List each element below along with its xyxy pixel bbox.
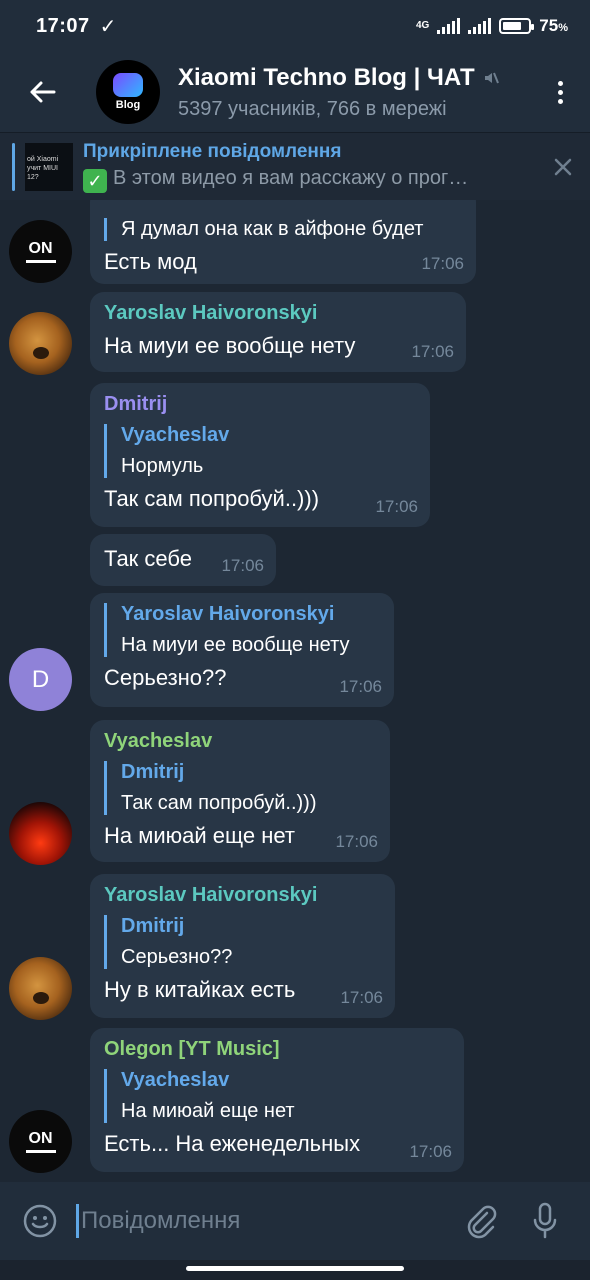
message-text: Есть мод xyxy=(104,249,197,274)
pinned-title: Прикріплене повідомлення xyxy=(83,140,342,162)
message-bubble[interactable]: Yaroslav Haivoronskyi На миуи ее вообще … xyxy=(90,292,466,372)
more-menu-icon[interactable] xyxy=(530,80,590,104)
message-bubble[interactable]: Vyacheslav Dmitrij Так сам попробуй..)))… xyxy=(90,720,390,862)
chat-info[interactable]: Xiaomi Techno Blog | ЧАТ 5397 учасників,… xyxy=(178,64,530,121)
message-time: 17:06 xyxy=(340,988,383,1007)
reply-text: Так сам попробуй..))) xyxy=(121,792,317,814)
status-time: 17:07 xyxy=(36,14,90,37)
sender-name[interactable]: Yaroslav Haivoronskyi xyxy=(104,884,381,907)
reply-name: Vyacheslav xyxy=(121,424,230,446)
message-text: На миуи ее вообще нету xyxy=(104,333,356,358)
battery-level: 75% xyxy=(539,16,568,35)
chat-avatar[interactable]: Blog xyxy=(96,60,160,124)
attach-button[interactable] xyxy=(456,1196,506,1246)
message-time: 17:06 xyxy=(221,556,264,575)
mi-logo-icon xyxy=(113,73,143,97)
pinned-indicator xyxy=(12,142,15,191)
message-time: 17:06 xyxy=(409,1142,452,1161)
emoji-icon xyxy=(23,1204,57,1238)
sender-name[interactable]: Olegon [YT Music] xyxy=(104,1038,450,1061)
close-icon xyxy=(554,158,572,175)
message-bubble[interactable]: Yaroslav Haivoronskyi На миуи ее вообще … xyxy=(90,593,394,707)
paperclip-icon xyxy=(467,1205,497,1239)
signal-icon-2 xyxy=(468,18,492,34)
chat-title: Xiaomi Techno Blog | ЧАТ xyxy=(178,63,475,91)
check-mark-icon: ✓ xyxy=(83,168,107,193)
message-time: 17:06 xyxy=(421,254,464,273)
message-composer xyxy=(0,1182,590,1260)
message-input[interactable] xyxy=(81,1201,456,1241)
avatar-label: Blog xyxy=(115,99,141,111)
message-bubble[interactable]: Я думал она как в айфоне будет Есть мод … xyxy=(90,200,476,284)
signal-icon xyxy=(437,18,461,34)
reply-quote[interactable]: Vyacheslav Нормуль xyxy=(104,424,416,478)
reply-name: Dmitrij xyxy=(121,761,185,783)
sender-name[interactable]: Vyacheslav xyxy=(104,730,376,753)
message-bubble[interactable]: Olegon [YT Music] Vyacheslav На миюай ещ… xyxy=(90,1028,464,1172)
download-done-icon: ✓ xyxy=(99,15,117,38)
message-time: 17:06 xyxy=(339,677,382,696)
emoji-button[interactable] xyxy=(20,1201,60,1241)
avatar[interactable]: ON xyxy=(9,220,72,283)
back-button[interactable] xyxy=(0,52,84,132)
reply-name: Yaroslav Haivoronskyi xyxy=(121,603,335,625)
reply-text: На миуи ее вообще нету xyxy=(121,634,350,656)
reply-name: Vyacheslav xyxy=(121,1069,230,1091)
reply-quote[interactable]: Vyacheslav На миюай еще нет xyxy=(104,1069,450,1123)
avatar[interactable] xyxy=(9,802,72,865)
message-bubble[interactable]: Dmitrij Vyacheslav Нормуль Так сам попро… xyxy=(90,383,430,527)
message-list[interactable]: Я думал она как в айфоне будет Есть мод … xyxy=(0,200,590,1182)
muted-icon xyxy=(484,72,499,83)
reply-text: Серьезно?? xyxy=(121,946,233,968)
reply-text: Нормуль xyxy=(121,455,204,477)
sender-name[interactable]: Yaroslav Haivoronskyi xyxy=(104,302,452,325)
reply-text: На миюай еще нет xyxy=(121,1100,295,1122)
chat-subtitle: 5397 учасників, 766 в мережі xyxy=(178,97,447,120)
reply-name: Dmitrij xyxy=(121,915,185,937)
message-text: Так сам попробуй..))) xyxy=(104,486,320,511)
status-bar: 17:07 ✓ 4G 75% xyxy=(0,0,590,52)
battery-icon xyxy=(499,18,535,34)
pinned-message[interactable]: ой Xiaomi учит MIUI 12? Прикріплене пові… xyxy=(0,132,590,200)
reply-quote[interactable]: Yaroslav Haivoronskyi На миуи ее вообще … xyxy=(104,603,380,657)
reply-text: Я думал она как в айфоне будет xyxy=(121,218,424,240)
chat-header: Blog Xiaomi Techno Blog | ЧАТ 5397 учасн… xyxy=(0,52,590,132)
sender-name[interactable]: Dmitrij xyxy=(104,393,416,416)
avatar[interactable]: D xyxy=(9,648,72,711)
message-time: 17:06 xyxy=(411,342,454,361)
message-text: Есть... На еженедельных xyxy=(104,1131,361,1156)
reply-quote[interactable]: Я думал она как в айфоне будет xyxy=(104,218,462,241)
pinned-thumbnail: ой Xiaomi учит MIUI 12? xyxy=(25,142,73,191)
back-arrow-icon xyxy=(30,81,56,103)
text-caret xyxy=(76,1204,79,1238)
reply-quote[interactable]: Dmitrij Так сам попробуй..))) xyxy=(104,761,376,815)
pinned-text: В этом видео я вам расскажу о прог… xyxy=(113,166,469,189)
message-time: 17:06 xyxy=(375,497,418,516)
close-pinned-button[interactable] xyxy=(536,158,590,176)
message-bubble[interactable]: Yaroslav Haivoronskyi Dmitrij Серьезно??… xyxy=(90,874,395,1018)
avatar[interactable] xyxy=(9,312,72,375)
network-type: 4G xyxy=(415,20,430,31)
system-nav-bar xyxy=(0,1260,590,1280)
message-bubble[interactable]: Так себе 17:06 xyxy=(90,534,276,586)
message-time: 17:06 xyxy=(335,832,378,851)
voice-button[interactable] xyxy=(520,1196,570,1246)
avatar[interactable]: ON xyxy=(9,1110,72,1173)
home-gesture-bar[interactable] xyxy=(186,1266,404,1271)
microphone-icon xyxy=(533,1202,557,1239)
avatar[interactable] xyxy=(9,957,72,1020)
reply-quote[interactable]: Dmitrij Серьезно?? xyxy=(104,915,381,969)
message-text: Ну в китайках есть xyxy=(104,977,296,1002)
